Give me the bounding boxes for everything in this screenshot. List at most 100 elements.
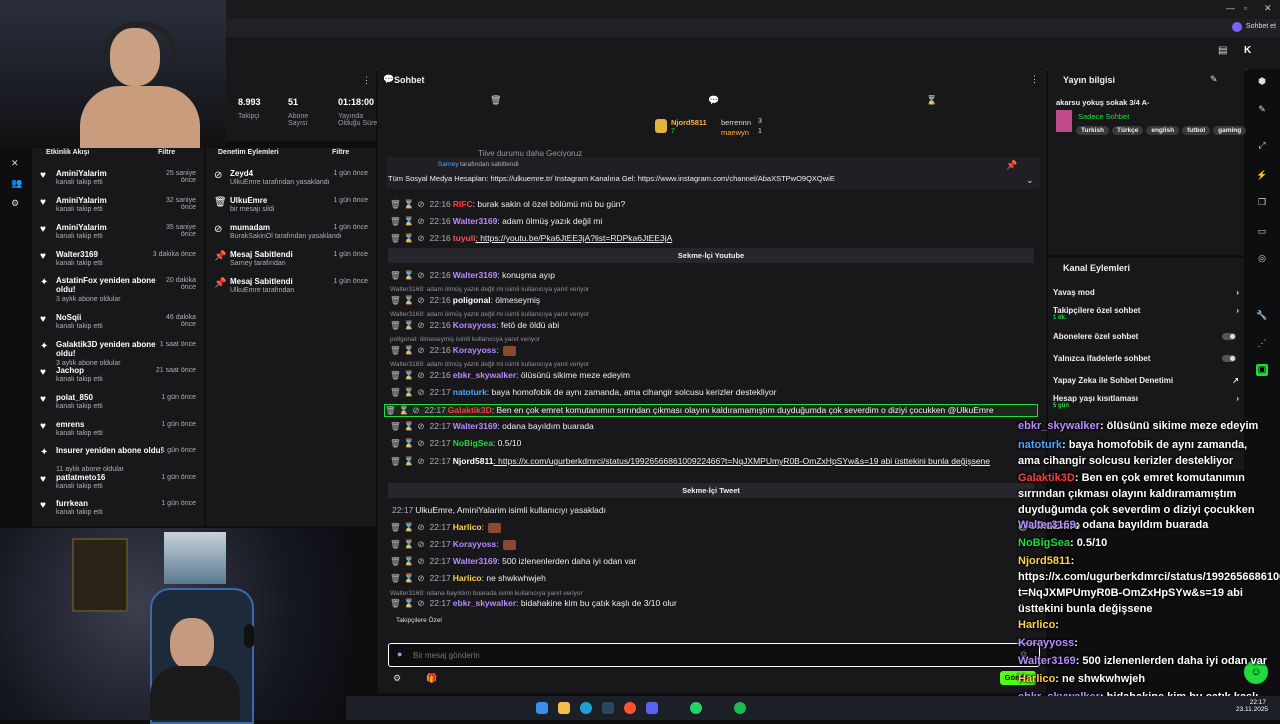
chat-message[interactable]: 🗑 ⌛ ⊘ 22:17 ebkr_skywalker: bidahakine kim b… [390, 598, 1030, 609]
pin-icon[interactable]: 📌 [1006, 160, 1017, 171]
message-user[interactable]: Galaktik3D [448, 405, 492, 415]
timeout-icon[interactable]: ⌛ [399, 405, 410, 415]
ban-icon[interactable]: ⊘ [417, 573, 424, 583]
message-user[interactable]: Korayyoss [453, 345, 496, 355]
timeout-icon[interactable]: ⌛ [404, 421, 415, 431]
reply-context[interactable]: Walter3169: odana bayıldım buarada isiml… [390, 590, 583, 597]
delete-icon[interactable]: 🗑 [390, 370, 401, 380]
chat-message[interactable]: 🗑 ⌛ ⊘ 22:16 Walter3169: adam ölmüş yazık değ… [390, 216, 1030, 227]
sohbet-tab-label[interactable]: Sohbet et [1246, 23, 1276, 30]
activity-item[interactable]: ♥ AminiYalarim kanalı takip etti 25 saniye … [36, 167, 196, 193]
timeout-icon[interactable]: ⌛ [404, 370, 415, 380]
message-user[interactable]: natoturk [453, 387, 487, 397]
followers-only-chat[interactable]: Takipçilere özel sohbet 1 dk. › [1053, 306, 1239, 321]
reply-context[interactable]: Walter3169: adam ölmüş yazık değil mi is… [390, 311, 589, 318]
delete-icon[interactable]: 🗑 [390, 345, 401, 355]
kick-logo-icon[interactable]: K [1244, 45, 1251, 56]
whatsapp-icon[interactable] [690, 702, 702, 714]
chat-input[interactable] [411, 647, 975, 663]
tweet-embed-button[interactable]: Sekme-İçi Tweet [388, 483, 1034, 498]
delete-icon[interactable]: 🗑 [390, 438, 401, 448]
activity-item[interactable]: ♥ furrkean kanalı takip etti 1 gün önce [36, 497, 196, 523]
settings-icon[interactable]: ⚙ [11, 198, 19, 209]
windows-start-icon[interactable] [536, 702, 548, 714]
chat-message[interactable]: 🗑 ⌛ ⊘ 22:16 Korayyoss: [390, 345, 1030, 356]
message-user[interactable]: ebkr_skywalker [453, 598, 516, 608]
reply-context[interactable]: Walter3169: adam ölmüş yazık değil mi is… [390, 361, 589, 368]
delete-icon[interactable]: 🗑 [390, 456, 401, 466]
ban-icon[interactable]: ⊘ [417, 522, 424, 532]
chat-message[interactable]: 🗑 ⌛ ⊘ 22:17 Walter3169: 500 izlenenlerden da… [390, 556, 1030, 567]
chevron-down-icon[interactable]: ⌄ [1026, 175, 1034, 186]
activity-item[interactable]: ✦ Galaktik3D yeniden abone oldu! 3 aylık a… [36, 338, 196, 367]
delete-icon[interactable]: 🗑 [390, 233, 401, 243]
activity-item[interactable]: ♥ NoSqii kanalı takip etti 46 dakika önce [36, 311, 196, 337]
close-icon[interactable]: ✕ [1264, 3, 1272, 14]
spotify-icon[interactable] [734, 702, 746, 714]
message-user[interactable]: Harlico [453, 573, 482, 583]
green-badge-icon[interactable]: ▣ [1256, 364, 1268, 376]
edge-icon[interactable] [580, 702, 592, 714]
timeout-icon[interactable]: ⌛ [404, 345, 415, 355]
activity-item[interactable]: ♥ patlatmeto16 kanalı takip etti 1 gün önce [36, 471, 196, 497]
minimize-icon[interactable]: — [1226, 3, 1235, 13]
chat-message[interactable]: 🗑 ⌛ ⊘ 22:16 ebkr_skywalker: ölüsünü sikime m… [390, 370, 1030, 381]
tag[interactable]: Turkish [1076, 126, 1109, 135]
emote-only-toggle[interactable] [1222, 355, 1236, 362]
ban-icon[interactable]: ⊘ [417, 438, 424, 448]
emote-only-chat[interactable]: Yalnızca ifadelerle sohbet [1053, 354, 1239, 363]
ban-icon[interactable]: ⊘ [417, 216, 424, 226]
chat-message[interactable]: 🗑 ⌛ ⊘ 22:16 RIFC: burak sakin ol özel bölümü… [390, 199, 1030, 210]
timeout-icon[interactable]: ⌛ [404, 199, 415, 209]
ban-icon[interactable]: ⊘ [417, 421, 424, 431]
steam-icon[interactable] [602, 702, 614, 714]
wrench-icon[interactable]: 🔧 [1256, 310, 1268, 322]
stats-menu-icon[interactable]: ⋮ [362, 75, 371, 86]
chat-message[interactable]: 🗑 ⌛ ⊘ 22:16 poligonal: ölmeseymiş [390, 295, 1030, 306]
settings-gear-icon[interactable]: ⚙ [393, 673, 401, 684]
expand-icon[interactable]: ⤢ [1256, 140, 1268, 152]
taskbar-clock[interactable]: 22:17 23.11.2025 [1236, 699, 1268, 713]
activity-item[interactable]: ✦ Insurer yeniden abone oldu! 11 aylık abo… [36, 444, 196, 473]
chat-message[interactable]: 🗑 ⌛ ⊘ 22:16 Walter3169: konuşma ayıp [390, 270, 1030, 281]
chat-menu-icon[interactable]: ⋮ [1030, 74, 1039, 85]
kick-icon[interactable]: ⬢ [1256, 76, 1268, 88]
hourglass-icon[interactable]: ⌛ [926, 95, 937, 106]
timeout-icon[interactable]: ⌛ [404, 387, 415, 397]
signal-icon[interactable]: ◎ [1256, 253, 1268, 265]
activity-item[interactable]: ✦ AstatinFox yeniden abone oldu! 3 aylık a… [36, 274, 196, 303]
message-user[interactable]: tuyuli [453, 233, 476, 243]
timeout-icon[interactable]: ⌛ [404, 438, 415, 448]
timeout-icon[interactable]: ⌛ [404, 216, 415, 226]
message-user[interactable]: Harlico [453, 522, 482, 532]
delete-icon[interactable]: 🗑 [390, 573, 401, 583]
moderation-item[interactable]: 📌 Mesaj Sabitlendi UlkuEmre tarafından 1 gü… [212, 275, 372, 301]
activity-item[interactable]: ♥ Walter3169 kanalı takip etti 3 dakika önc… [36, 248, 196, 274]
timeout-icon[interactable]: ⌛ [404, 539, 415, 549]
file-explorer-icon[interactable] [558, 702, 570, 714]
activity-item[interactable]: ♥ AminiYalarim kanalı takip etti 35 saniye … [36, 221, 196, 247]
delete-icon[interactable]: 🗑 [390, 539, 401, 549]
message-user[interactable]: poligonal [453, 295, 491, 305]
chat-message[interactable]: 🗑 ⌛ ⊘ 22:17 Galaktik3D: Ben en çok emret kom… [384, 404, 1038, 417]
delete-icon[interactable]: 🗑 [390, 387, 401, 397]
message-user[interactable]: Walter3169 [453, 216, 498, 226]
ban-icon[interactable]: ⊘ [417, 387, 424, 397]
ban-icon[interactable]: ⊘ [417, 320, 424, 330]
message-user[interactable]: NoBigSea [453, 438, 493, 448]
timeout-icon[interactable]: ⌛ [404, 295, 415, 305]
users-icon[interactable]: 👥 [11, 178, 22, 189]
copy-icon[interactable]: ❐ [1256, 197, 1268, 209]
leader-1-name[interactable]: Njord5811 [671, 118, 707, 127]
pencil-icon[interactable]: ✎ [1256, 104, 1268, 116]
leader-3-name[interactable]: maewyn [721, 128, 749, 137]
message-user[interactable]: Njord5811 [453, 456, 494, 466]
mic-icon[interactable]: ● [397, 649, 402, 659]
discord-icon[interactable] [646, 702, 658, 714]
ban-icon[interactable]: ⊘ [417, 295, 424, 305]
youtube-embed-button[interactable]: Sekme-İçi Youtube [388, 248, 1034, 263]
gift-icon[interactable]: 🎁 [426, 673, 437, 684]
ban-icon[interactable]: ⊘ [412, 405, 419, 415]
message-user[interactable]: RIFC [453, 199, 473, 209]
chat-message[interactable]: 🗑 ⌛ ⊘ 22:17 Korayyoss: [390, 539, 1030, 550]
